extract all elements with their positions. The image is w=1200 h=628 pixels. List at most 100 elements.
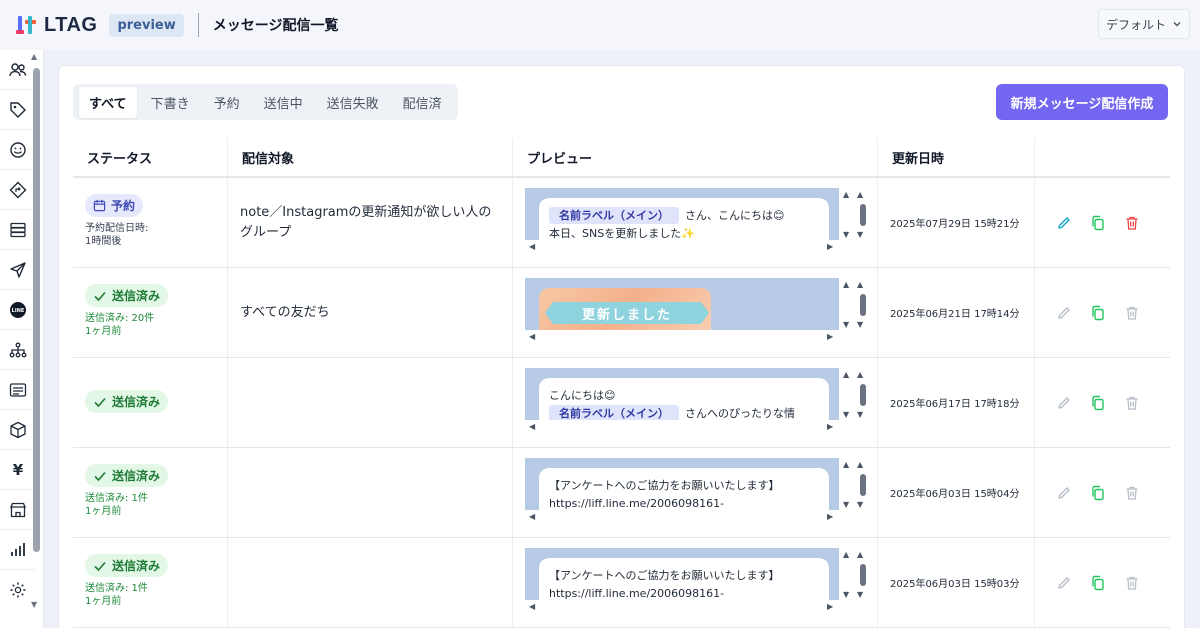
preview-bubble: 【アンケートへのご協力をお願いいたします】 https://liff.line.… [539,558,829,600]
pencil-icon [1057,576,1070,589]
delete-button[interactable] [1123,214,1141,232]
status-cell: 送信済み [73,358,228,447]
row-actions [1035,178,1170,267]
copy-button[interactable] [1089,304,1107,322]
target-cell: すべての友だち [228,268,513,357]
tag-icon[interactable] [0,90,36,130]
route-sign-icon[interactable] [0,170,36,210]
status-badge: 送信済み [85,464,169,487]
sidebar-scrollbar-thumb[interactable] [33,68,40,552]
target-cell [228,448,513,537]
trash-icon [1126,306,1137,320]
yen-icon[interactable]: ¥ [0,450,36,490]
copy-button[interactable] [1089,574,1107,592]
edit-button[interactable] [1055,394,1073,412]
tab-all[interactable]: すべて [79,86,137,118]
preview-horizontal-scrollbar[interactable]: ◀ ▶ [525,332,839,342]
send-icon[interactable] [0,250,36,290]
updated-date: 2025年06月03日 15時03分 [878,538,1035,627]
message-preview[interactable]: 【アンケートへのご協力をお願いいたします】 https://liff.line.… [525,458,839,510]
status-badge-label: 送信済み [112,469,161,483]
smile-icon[interactable] [0,130,36,170]
preview-cell: 【アンケートへのご協力をお願いいたします】 https://liff.line.… [513,538,878,627]
header-divider [197,13,199,37]
copy-icon [1091,305,1104,320]
copy-button[interactable] [1089,214,1107,232]
delete-button[interactable] [1123,394,1141,412]
check-icon [94,291,106,301]
line-icon[interactable]: LINE [0,290,36,330]
copy-icon [1091,575,1104,590]
status-subtext: 送信済み: 1件 1ヶ月前 [85,492,227,518]
pencil-icon [1057,396,1070,409]
preview-text: https://liff.line.me/2006098161- [549,587,725,600]
edit-button[interactable] [1055,574,1073,592]
logo[interactable]: LTAG [16,14,97,37]
preview-vertical-scrollbar[interactable]: ▲ ▲ ▼ ▼ [843,280,869,330]
preview-horizontal-scrollbar[interactable]: ◀ ▶ [525,512,839,522]
preview-vertical-scrollbar[interactable]: ▲ ▲ ▼ ▼ [843,550,869,600]
delete-button[interactable] [1123,484,1141,502]
preview-horizontal-scrollbar[interactable]: ◀ ▶ [525,422,839,432]
check-icon [94,397,106,407]
copy-button[interactable] [1089,484,1107,502]
message-list-panel: すべて 下書き 予約 送信中 送信失敗 配信済 新規メッセージ配信作成 ステータ… [58,65,1185,628]
preview-bubble: 名前ラベル（メイン） さん、こんにちは😊 本日、SNSを更新しました✨ [539,198,829,240]
database-icon[interactable] [0,210,36,250]
copy-button[interactable] [1089,394,1107,412]
tab-delivered[interactable]: 配信済 [393,87,452,118]
edit-button[interactable] [1055,214,1073,232]
status-badge: 送信済み [85,390,169,413]
preview-horizontal-scrollbar[interactable]: ◀ ▶ [525,602,839,612]
bar-chart-icon[interactable] [0,530,36,570]
sitemap-icon[interactable] [0,330,36,370]
box-icon[interactable] [0,410,36,450]
column-header-preview: プレビュー [513,138,878,176]
target-cell: note／Instagramの更新通知が欲しい人のグループ [228,178,513,267]
message-preview[interactable]: 更新しました [525,278,839,330]
status-badge-label: 予約 [111,199,136,213]
tab-draft[interactable]: 下書き [141,87,200,118]
preview-vertical-scrollbar[interactable]: ▲ ▲ ▼ ▼ [843,370,869,420]
tab-scheduled[interactable]: 予約 [204,87,250,118]
table-row: 送信済み 送信済み: 1件 1ヶ月前 【アンケートへのご協力をお願いいたします】… [73,448,1170,538]
updated-date: 2025年06月03日 15時04分 [878,448,1035,537]
delete-button[interactable] [1123,304,1141,322]
edit-button[interactable] [1055,304,1073,322]
delete-button[interactable] [1123,574,1141,592]
table-row: 送信済み こんにちは😊 名前ラベル（メイン） さんへのぴったりな情 ▲ ▲ ▼ ▼ [73,358,1170,448]
tab-sending[interactable]: 送信中 [254,87,313,118]
create-message-button[interactable]: 新規メッセージ配信作成 [996,84,1168,120]
preview-text: 本日、SNSを更新しました✨ [549,227,695,240]
preview-text: https://liff.line.me/2006098161- [549,497,725,510]
preview-cell: 【アンケートへのご協力をお願いいたします】 https://liff.line.… [513,448,878,537]
preview-horizontal-scrollbar[interactable]: ◀ ▶ [525,242,839,252]
message-preview[interactable]: 【アンケートへのご協力をお願いいたします】 https://liff.line.… [525,548,839,600]
view-select[interactable]: デフォルト [1098,9,1190,39]
preview-vertical-scrollbar[interactable]: ▲ ▲ ▼ ▼ [843,460,869,510]
target-cell [228,538,513,627]
view-select-value: デフォルト [1105,17,1166,32]
store-icon[interactable] [0,490,36,530]
column-header-status: ステータス [73,138,228,176]
message-list-icon[interactable] [0,370,36,410]
preview-image-ribbon: 更新しました [545,302,709,324]
line-label: LINE [12,308,25,314]
status-subtext-line: 1ヶ月前 [85,326,122,337]
pencil-icon [1057,216,1070,229]
tab-failed[interactable]: 送信失敗 [317,87,389,118]
preview-bubble: こんにちは😊 名前ラベル（メイン） さんへのぴったりな情 [539,378,829,420]
status-badge-label: 送信済み [112,395,161,409]
scroll-down-icon[interactable]: ▼ [31,600,37,609]
scroll-up-icon[interactable]: ▲ [31,52,37,61]
message-preview[interactable]: こんにちは😊 名前ラベル（メイン） さんへのぴったりな情 [525,368,839,420]
chevron-down-icon [1173,22,1181,27]
preview-vertical-scrollbar[interactable]: ▲ ▲ ▼ ▼ [843,190,869,240]
edit-button[interactable] [1055,484,1073,502]
table-row: 送信済み 送信済み: 20件 1ヶ月前 すべての友だち 更新しました ▲ ▲ ▼ ▼ [73,268,1170,358]
status-badge: 送信済み [85,284,169,307]
preview-cell: こんにちは😊 名前ラベル（メイン） さんへのぴったりな情 ▲ ▲ ▼ ▼ ◀ ▶ [513,358,878,447]
status-subtext-line: 1ヶ月前 [85,596,122,607]
message-preview[interactable]: 名前ラベル（メイン） さん、こんにちは😊 本日、SNSを更新しました✨ [525,188,839,240]
app-header: LTAG preview メッセージ配信一覧 デフォルト [0,0,1200,50]
